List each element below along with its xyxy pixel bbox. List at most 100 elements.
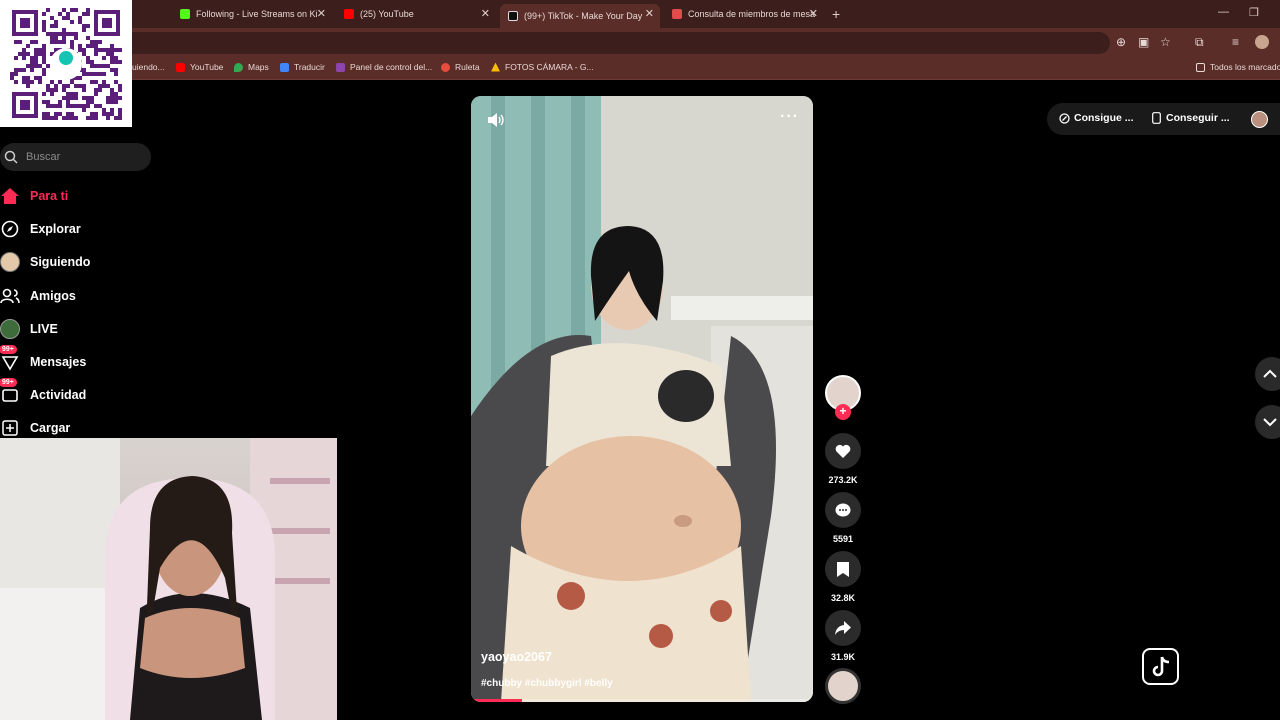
bookmark-traducir[interactable]: Traducir <box>280 62 325 72</box>
tab-consulta[interactable]: Consulta de miembros de mesa ✕ <box>664 4 824 24</box>
video-player[interactable]: ··· yaoyao2067 #chubby #chubbygirl #bell… <box>471 96 813 702</box>
top-right-bar: Consigue ... Conseguir ... <box>1047 103 1280 135</box>
video-username[interactable]: yaoyao2067 <box>481 650 552 664</box>
tiktok-favicon-icon <box>508 11 518 21</box>
compass-icon <box>0 219 20 239</box>
cast-icon[interactable]: ▣ <box>1138 35 1149 49</box>
sidebar-item-amigos[interactable]: Amigos <box>0 284 76 308</box>
upload-icon <box>0 418 20 438</box>
save-count: 32.8K <box>830 593 856 603</box>
follow-plus-icon[interactable]: + <box>835 404 851 420</box>
live-icon <box>0 319 20 339</box>
twitch-icon <box>336 62 345 72</box>
close-tab-icon[interactable]: ✕ <box>481 7 490 20</box>
maps-icon <box>234 62 243 72</box>
kick-favicon-icon <box>180 9 190 19</box>
activity-badge: 99+ <box>0 378 17 387</box>
bookmark-fotos[interactable]: FOTOS CÁMARA - G... <box>491 62 594 72</box>
share-count: 31.9K <box>830 652 856 662</box>
tab-youtube[interactable]: (25) YouTube ✕ <box>336 4 496 24</box>
address-bar[interactable] <box>120 32 1110 54</box>
profile-avatar-icon[interactable] <box>1255 35 1269 49</box>
tab-title: Following - Live Streams on Ki <box>196 9 318 19</box>
comment-count: 5591 <box>832 534 854 544</box>
like-count: 273.2K <box>828 475 858 485</box>
extensions-icon[interactable]: ⧉ <box>1195 35 1204 50</box>
volume-icon[interactable] <box>487 112 505 128</box>
tab-title: Consulta de miembros de mesa <box>688 9 816 19</box>
tiktok-logo-icon <box>1142 648 1179 685</box>
search-icon <box>4 150 18 164</box>
get-app-button[interactable]: Conseguir ... <box>1152 112 1230 124</box>
friends-icon <box>0 286 20 306</box>
bookmark-panel[interactable]: Panel de control del... <box>336 62 432 72</box>
sidebar-item-live[interactable]: LIVE <box>0 317 58 341</box>
bookmark-star-icon[interactable]: ☆ <box>1160 35 1171 49</box>
comment-button[interactable]: 5591 <box>825 492 861 544</box>
message-icon: 99+ <box>0 345 20 372</box>
previous-video-button[interactable] <box>1255 357 1280 391</box>
message-badge: 99+ <box>0 345 17 354</box>
home-icon <box>0 186 20 206</box>
bookmark-item[interactable]: uiendo... <box>132 62 165 72</box>
close-tab-icon[interactable]: ✕ <box>317 7 326 20</box>
qr-icon <box>10 8 122 120</box>
tab-title: (25) YouTube <box>360 9 414 19</box>
new-tab-icon[interactable]: + <box>832 6 840 22</box>
sidebar-item-para-ti[interactable]: Para ti <box>0 184 68 208</box>
tab-bar: Following - Live Streams on Ki ✕ (25) Yo… <box>0 0 1280 28</box>
consulta-favicon-icon <box>672 9 682 19</box>
bookmark-ruleta[interactable]: Ruleta <box>441 62 480 72</box>
more-options-icon[interactable]: ··· <box>780 108 799 126</box>
translate-icon <box>280 62 289 72</box>
phone-icon <box>1152 112 1161 124</box>
chevron-down-icon <box>1263 418 1277 427</box>
comment-icon <box>825 492 861 528</box>
like-button[interactable]: 273.2K <box>825 433 861 485</box>
sidebar-item-cargar[interactable]: Cargar <box>0 416 70 440</box>
sidebar-item-actividad[interactable]: 99+ Actividad <box>0 378 86 407</box>
share-icon <box>825 610 861 646</box>
sidebar-item-mensajes[interactable]: 99+ Mensajes <box>0 345 86 374</box>
toolbar: ⊕ ▣ ☆ ⧉ ≡ <box>0 28 1280 58</box>
webcam-image <box>0 438 337 720</box>
folder-icon <box>1196 62 1205 72</box>
all-bookmarks[interactable]: Todos los marcado <box>1196 62 1280 72</box>
yape-qr-code <box>0 0 132 127</box>
video-progress-fill <box>471 699 523 702</box>
sound-avatar-button[interactable] <box>825 668 861 704</box>
creator-avatar-button[interactable]: + <box>825 375 861 420</box>
drive-icon <box>491 62 500 72</box>
bookmark-youtube[interactable]: YouTube <box>176 62 223 72</box>
bookmarks-bar: uiendo... YouTube Maps Traducir Panel de… <box>0 58 1280 80</box>
restore-icon[interactable]: ❐ <box>1249 6 1259 19</box>
tab-kick[interactable]: Following - Live Streams on Ki ✕ <box>172 4 332 24</box>
bookmark-icon <box>825 551 861 587</box>
webcam-overlay <box>0 438 337 720</box>
profile-avatar[interactable] <box>1251 111 1268 128</box>
save-button[interactable]: 32.8K <box>825 551 861 603</box>
video-progress-bar[interactable] <box>471 699 813 702</box>
youtube-favicon-icon <box>344 9 354 19</box>
tab-tiktok[interactable]: (99+) TikTok - Make Your Day ✕ <box>500 4 660 28</box>
minimize-icon[interactable]: — <box>1218 6 1229 18</box>
sidebar-item-explorar[interactable]: Explorar <box>0 217 81 241</box>
video-frame <box>471 96 813 702</box>
sidebar-item-siguiendo[interactable]: Siguiendo <box>0 250 90 274</box>
get-coins-button[interactable]: Consigue ... <box>1059 112 1134 124</box>
inbox-icon: 99+ <box>0 378 20 405</box>
close-tab-icon[interactable]: ✕ <box>809 7 818 20</box>
zoom-icon[interactable]: ⊕ <box>1116 35 1126 49</box>
media-icon[interactable]: ≡ <box>1232 35 1239 49</box>
video-hashtags[interactable]: #chubby #chubbygirl #belly <box>481 678 613 689</box>
ruleta-icon <box>441 62 450 72</box>
bookmark-maps[interactable]: Maps <box>234 62 269 72</box>
search-input[interactable]: Buscar <box>0 143 151 171</box>
tab-title: (99+) TikTok - Make Your Day <box>524 11 643 21</box>
next-video-button[interactable] <box>1255 405 1280 439</box>
sound-disc-icon <box>825 668 861 704</box>
close-tab-icon[interactable]: ✕ <box>645 7 654 20</box>
chevron-up-icon <box>1263 369 1277 378</box>
coin-icon <box>1059 112 1070 124</box>
share-button[interactable]: 31.9K <box>825 610 861 662</box>
